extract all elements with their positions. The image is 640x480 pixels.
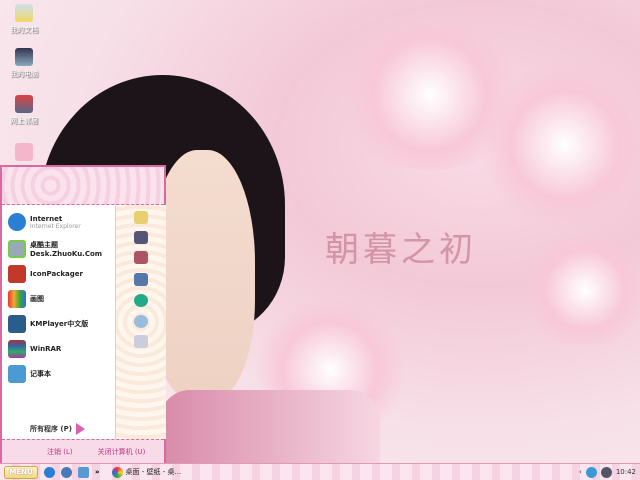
iconpackager-icon <box>8 265 26 283</box>
recycle-bin-icon <box>15 143 33 161</box>
desktop-quicklaunch-icon[interactable] <box>78 466 89 478</box>
menu-item-zhuoku[interactable]: 桌酷主题 Desk.ZhuoKu.Com <box>8 238 102 260</box>
pinned-programs: Internet Internet Explorer 桌酷主题 Desk.ZhuoK… <box>2 205 115 439</box>
run-icon[interactable] <box>134 335 148 348</box>
media-quicklaunch-icon[interactable] <box>61 466 72 478</box>
winrar-icon <box>8 340 26 358</box>
menu-item-winrar[interactable]: WinRAR <box>8 338 61 360</box>
zhuoku-icon <box>8 240 26 258</box>
menu-item-kmplayer[interactable]: KMPlayer中文版 <box>8 313 88 335</box>
desktop-icon-recycle-bin[interactable] <box>4 143 44 164</box>
desktop-icon-my-computer[interactable]: 我的电脑 <box>4 48 44 79</box>
network-tray-icon[interactable] <box>585 466 597 478</box>
desktop-icon-my-documents[interactable]: 我的文档 <box>4 4 44 35</box>
menu-item-notepad[interactable]: 记事本 <box>8 363 51 385</box>
menu-item-internet-explorer[interactable]: Internet Internet Explorer <box>8 211 81 233</box>
folder-icon <box>15 4 33 22</box>
network-icon <box>15 95 33 113</box>
menu-item-iconpackager[interactable]: IconPackager <box>8 263 83 285</box>
menu-item-paint[interactable]: 画图 <box>8 288 44 310</box>
network-icon[interactable] <box>134 251 148 264</box>
taskbar: MENU » 桌面 - 壁纸 - 桌... ‹ 10:42 <box>0 463 640 480</box>
taskbar-window-button[interactable]: 桌面 - 壁纸 - 桌... <box>111 466 181 478</box>
shutdown-button[interactable]: 关闭计算机 (U) <box>98 447 146 457</box>
internet-explorer-icon <box>8 213 26 231</box>
folder-icon[interactable] <box>134 211 148 224</box>
paint-icon <box>8 290 26 308</box>
volume-tray-icon[interactable] <box>600 466 612 478</box>
notepad-icon <box>8 365 26 383</box>
computer-icon[interactable] <box>134 231 148 244</box>
control-panel-icon[interactable] <box>134 273 148 286</box>
start-menu-footer: 注销 (L) 关闭计算机 (U) <box>2 439 164 463</box>
quicklaunch-overflow[interactable]: » <box>95 468 100 476</box>
browser-icon <box>111 466 123 478</box>
start-button[interactable]: MENU <box>4 465 38 479</box>
desktop-icon-network[interactable]: 网上邻居 <box>4 95 44 126</box>
tray-expand-button[interactable]: ‹ <box>579 468 582 476</box>
logoff-button[interactable]: 注销 (L) <box>47 447 73 457</box>
kmplayer-icon <box>8 315 26 333</box>
ie-quicklaunch-icon[interactable] <box>44 466 55 478</box>
start-menu-header <box>2 167 164 205</box>
system-places <box>115 205 166 439</box>
all-programs-button[interactable]: 所有程序 (P) <box>30 423 85 435</box>
system-tray: ‹ 10:42 <box>579 466 636 478</box>
wallpaper-calligraphy: 朝暮之初 <box>325 230 477 270</box>
computer-icon <box>15 48 33 66</box>
start-menu: Internet Internet Explorer 桌酷主题 Desk.ZhuoK… <box>0 165 166 463</box>
search-icon[interactable] <box>134 315 148 328</box>
arrow-right-icon <box>75 423 85 435</box>
clock[interactable]: 10:42 <box>616 468 636 476</box>
internet-icon[interactable] <box>134 294 148 307</box>
